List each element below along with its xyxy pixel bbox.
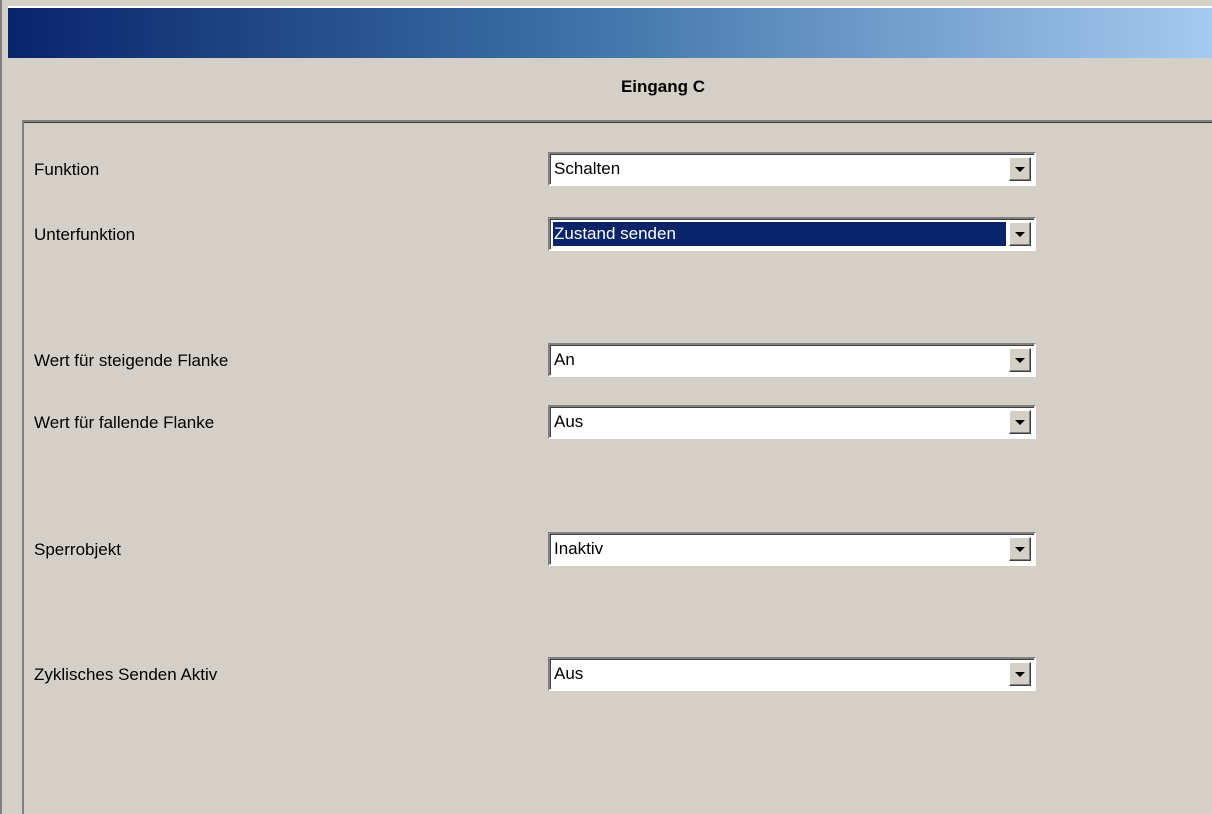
title-bar <box>8 6 1212 58</box>
wert-fallende-flanke-dropdown-button[interactable] <box>1009 410 1031 434</box>
sperrobjekt-label: Sperrobjekt <box>34 540 121 559</box>
chevron-down-icon <box>1015 420 1025 425</box>
unterfunktion-dropdown[interactable]: Zustand senden <box>548 217 1036 251</box>
page-header: Eingang C <box>12 56 1212 118</box>
zyklisches-senden-value: Aus <box>554 664 584 683</box>
parameter-panel: Funktion Schalten Unterfunktion Zustand … <box>22 120 1212 814</box>
sperrobjekt-dropdown[interactable]: Inaktiv <box>548 532 1036 566</box>
unterfunktion-label: Unterfunktion <box>34 225 136 244</box>
zyklisches-senden-dropdown[interactable]: Aus <box>548 657 1036 691</box>
sperrobjekt-value: Inaktiv <box>554 539 604 558</box>
chevron-down-icon <box>1015 358 1025 363</box>
chevron-down-icon <box>1015 167 1025 172</box>
chevron-down-icon <box>1015 672 1025 677</box>
funktion-label: Funktion <box>34 160 100 179</box>
wert-steigende-flanke-value: An <box>554 350 575 369</box>
sperrobjekt-dropdown-button[interactable] <box>1009 537 1031 561</box>
page-title: Eingang C <box>620 77 706 96</box>
unterfunktion-dropdown-button[interactable] <box>1009 222 1031 246</box>
unterfunktion-value: Zustand senden <box>553 222 1006 246</box>
funktion-value: Schalten <box>554 159 621 178</box>
wert-fallende-flanke-value: Aus <box>554 412 584 431</box>
wert-steigende-flanke-dropdown-button[interactable] <box>1009 348 1031 372</box>
chevron-down-icon <box>1015 232 1025 237</box>
chevron-down-icon <box>1015 547 1025 552</box>
wert-fallende-flanke-dropdown[interactable]: Aus <box>548 405 1036 439</box>
wert-fallende-flanke-label: Wert für fallende Flanke <box>34 413 215 432</box>
wert-steigende-flanke-label: Wert für steigende Flanke <box>34 351 229 370</box>
parameter-window: Eingang C Funktion Schalten Unterfunktio… <box>0 0 1212 814</box>
wert-steigende-flanke-dropdown[interactable]: An <box>548 343 1036 377</box>
zyklisches-senden-label: Zyklisches Senden Aktiv <box>34 665 218 684</box>
zyklisches-senden-dropdown-button[interactable] <box>1009 662 1031 686</box>
funktion-dropdown[interactable]: Schalten <box>548 152 1036 186</box>
funktion-dropdown-button[interactable] <box>1009 157 1031 181</box>
